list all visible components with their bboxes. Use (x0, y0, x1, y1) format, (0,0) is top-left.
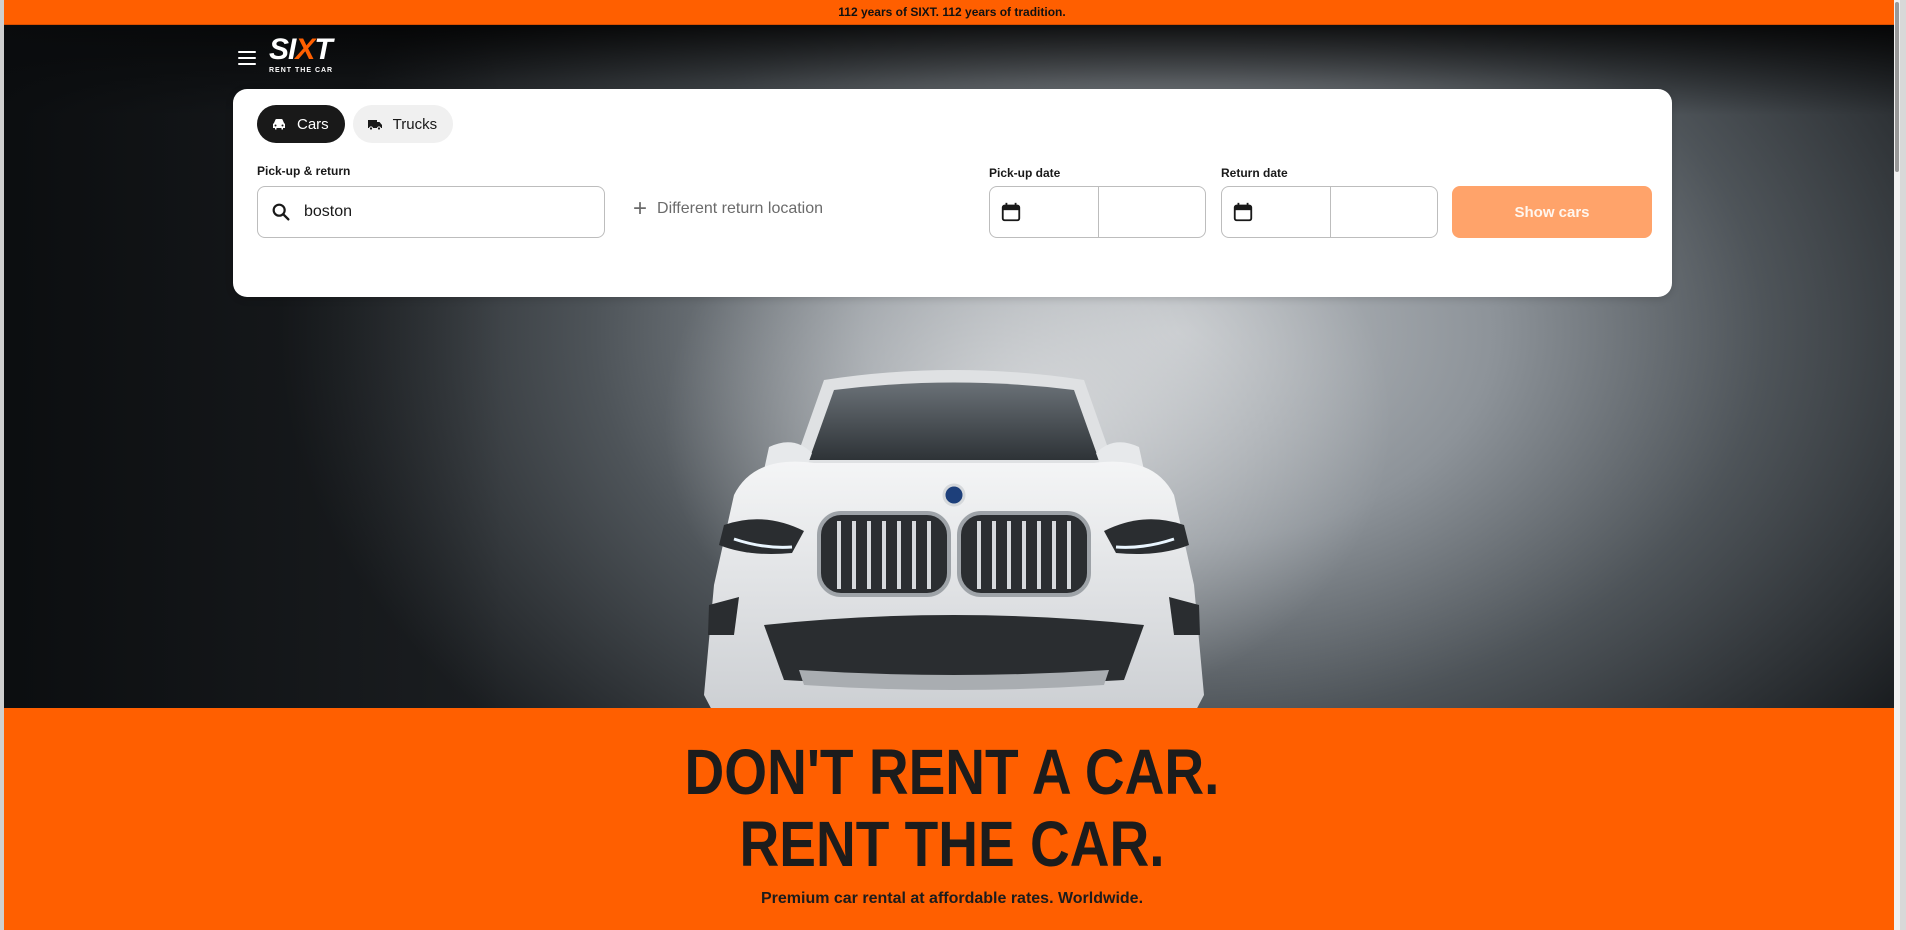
booking-widget: Cars Trucks Pick-up & return + Different… (233, 89, 1672, 297)
pickup-date-picker[interactable] (990, 187, 1099, 237)
sixt-logo[interactable]: SIXT RENT THE CAR (269, 33, 334, 75)
hero-subline: Premium car rental at affordable rates. … (760, 890, 1144, 907)
return-date-picker[interactable] (1222, 187, 1331, 237)
car-image (704, 370, 1204, 708)
page: 112 years of SIXT. 112 years of traditio… (4, 0, 1900, 930)
headline-line-1: DON'T RENT A CAR. (684, 736, 1220, 808)
hero-headline: DON'T RENT A CAR. RENT THE CAR. (137, 736, 1768, 880)
tab-trucks[interactable]: Trucks (352, 105, 454, 143)
tagline-section: DON'T RENT A CAR. RENT THE CAR. Premium … (4, 708, 1900, 930)
truck-icon (367, 120, 382, 131)
headline-line-2: RENT THE CAR. (739, 808, 1165, 880)
top-banner: 112 years of SIXT. 112 years of traditio… (4, 0, 1900, 25)
return-date-field (1221, 186, 1438, 238)
scrollbar-thumb[interactable] (1895, 2, 1899, 172)
return-time-picker[interactable] (1331, 187, 1437, 237)
pickup-date-label: Pick-up date (989, 166, 1061, 180)
logo-wordmark: SIXT (269, 33, 333, 66)
different-return-label: Different return location (657, 200, 824, 217)
search-icon (272, 203, 290, 221)
logo-tagline: RENT THE CAR (269, 67, 334, 74)
banner-text: 112 years of SIXT. 112 years of traditio… (838, 5, 1066, 19)
page-scrollbar[interactable] (1894, 0, 1900, 930)
pickup-date-field (989, 186, 1206, 238)
pickup-return-label: Pick-up & return (257, 164, 351, 178)
location-field[interactable] (257, 186, 605, 238)
tab-trucks-label: Trucks (392, 115, 438, 133)
pickup-time-picker[interactable] (1099, 187, 1205, 237)
tab-cars-label: Cars (297, 115, 329, 133)
hamburger-icon[interactable] (236, 49, 258, 67)
calendar-icon (1233, 202, 1253, 222)
different-return-location-button[interactable]: + Different return location (633, 195, 824, 222)
car-icon (273, 119, 285, 130)
vehicle-type-tabs: Cars Trucks (257, 105, 454, 143)
calendar-icon (1001, 202, 1021, 222)
location-input[interactable] (304, 203, 584, 221)
tab-cars[interactable]: Cars (257, 105, 345, 143)
show-cars-button[interactable]: Show cars (1452, 186, 1652, 238)
plus-icon: + (633, 195, 648, 222)
return-date-label: Return date (1221, 166, 1288, 180)
